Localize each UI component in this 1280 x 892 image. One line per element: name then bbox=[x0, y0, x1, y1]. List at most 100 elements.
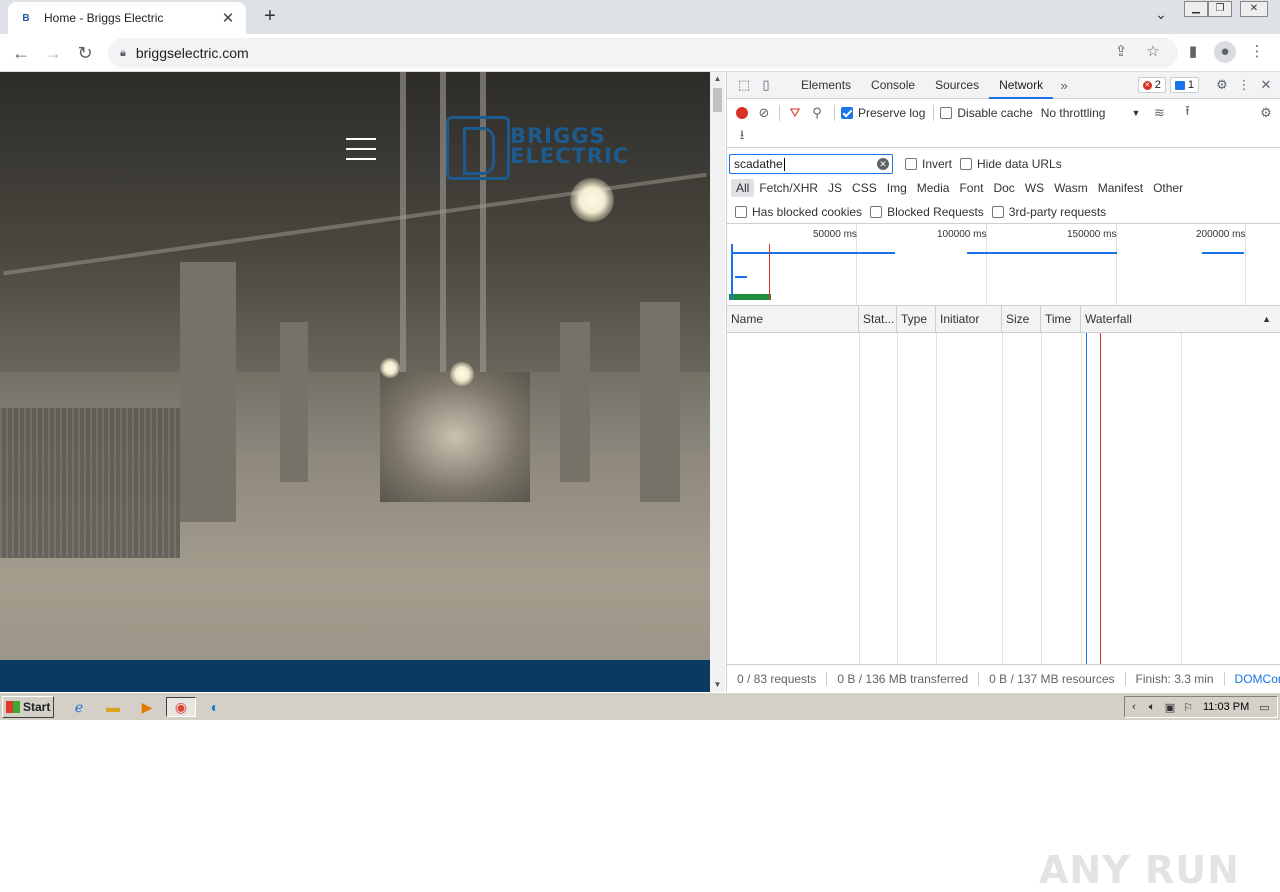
scrollbar-thumb[interactable] bbox=[713, 88, 722, 112]
type-filter-all[interactable]: All bbox=[731, 179, 755, 197]
column-name[interactable]: Name bbox=[727, 306, 859, 333]
overview-bar bbox=[733, 252, 895, 254]
flag-icon[interactable]: ⚐ bbox=[1179, 701, 1197, 714]
tab-search-icon[interactable]: ⌄ bbox=[1150, 6, 1172, 28]
address-bar[interactable]: 🔒︎ briggselectric.com bbox=[108, 38, 1178, 68]
overview-bar bbox=[729, 294, 771, 300]
type-filter-other[interactable]: Other bbox=[1148, 179, 1188, 197]
invert-checkbox[interactable]: Invert bbox=[905, 157, 952, 171]
internet-explorer-icon[interactable]: ℯ bbox=[68, 697, 90, 717]
tab-sources[interactable]: Sources bbox=[925, 72, 989, 99]
filter-input[interactable]: scadathe ✕ bbox=[729, 154, 893, 174]
chrome-taskbar-icon[interactable]: ◉ bbox=[166, 697, 196, 717]
column-divider bbox=[1181, 333, 1182, 664]
start-button[interactable]: Start bbox=[2, 696, 54, 718]
briggs-electric-logo[interactable]: BRIGGS ELECTRIC bbox=[446, 116, 666, 182]
browser-tab[interactable]: B Home - Briggs Electric ✕ bbox=[8, 2, 246, 34]
file-explorer-icon[interactable]: ▬ bbox=[102, 697, 124, 717]
tab-elements[interactable]: Elements bbox=[791, 72, 861, 99]
menu-kebab-icon[interactable]: ⋮ bbox=[1246, 41, 1268, 63]
hide-data-urls-checkbox[interactable]: Hide data URLs bbox=[960, 157, 1062, 171]
type-filter-css[interactable]: CSS bbox=[847, 179, 882, 197]
network-requests-table: Name Stat... Type Initiator Size Time Wa… bbox=[727, 306, 1280, 892]
network-overview-timeline[interactable]: 50000 ms 100000 ms 150000 ms 200000 ms bbox=[727, 224, 1280, 306]
settings-gear-icon[interactable]: ⚙ bbox=[1211, 74, 1233, 96]
network-settings-gear-icon[interactable]: ⚙ bbox=[1255, 102, 1277, 124]
blocked-requests-checkbox[interactable]: Blocked Requests bbox=[870, 205, 984, 219]
type-filter-manifest[interactable]: Manifest bbox=[1093, 179, 1148, 197]
profile-avatar-icon[interactable]: ● bbox=[1214, 41, 1236, 63]
record-icon[interactable] bbox=[731, 102, 753, 124]
tab-console[interactable]: Console bbox=[861, 72, 925, 99]
disable-cache-label: Disable cache bbox=[957, 105, 1033, 120]
more-tabs-icon[interactable]: » bbox=[1053, 74, 1075, 96]
type-filter-fetch-xhr[interactable]: Fetch/XHR bbox=[754, 179, 823, 197]
import-har-icon[interactable]: ⭱ bbox=[1176, 102, 1198, 124]
has-blocked-cookies-checkbox[interactable]: Has blocked cookies bbox=[735, 205, 862, 219]
search-icon[interactable]: ⚲ bbox=[806, 102, 828, 124]
messages-badge[interactable]: 1 bbox=[1169, 77, 1199, 93]
throttling-select[interactable]: No throttling ▼ bbox=[1041, 106, 1141, 120]
column-time[interactable]: Time bbox=[1041, 306, 1081, 333]
devtools-menu-icon[interactable]: ⋮ bbox=[1233, 74, 1255, 96]
scroll-down-icon[interactable]: ▼ bbox=[710, 678, 725, 692]
minimize-button[interactable]: ▁ bbox=[1184, 1, 1208, 17]
clear-filter-icon[interactable]: ✕ bbox=[877, 158, 889, 170]
reload-icon[interactable]: ↻ bbox=[72, 40, 98, 66]
errors-badge[interactable]: ✕ 2 bbox=[1137, 77, 1166, 93]
type-filter-media[interactable]: Media bbox=[912, 179, 955, 197]
wire-cage bbox=[0, 408, 180, 558]
bookmark-star-icon[interactable]: ☆ bbox=[1142, 41, 1164, 63]
new-tab-button[interactable]: + bbox=[258, 6, 282, 28]
back-icon[interactable]: ← bbox=[8, 40, 34, 66]
close-window-button[interactable]: ✕ bbox=[1240, 1, 1268, 17]
tab-network[interactable]: Network bbox=[989, 72, 1054, 99]
column-size[interactable]: Size bbox=[1002, 306, 1041, 333]
close-tab-icon[interactable]: ✕ bbox=[220, 9, 236, 27]
checkbox-unchecked bbox=[940, 106, 953, 119]
type-filter-doc[interactable]: Doc bbox=[988, 179, 1019, 197]
device-toolbar-icon[interactable]: ▯ bbox=[755, 74, 777, 96]
hamburger-menu-icon[interactable] bbox=[346, 138, 376, 160]
scroll-up-icon[interactable]: ▲ bbox=[710, 72, 725, 86]
column-status[interactable]: Stat... bbox=[859, 306, 897, 333]
network-conditions-icon[interactable]: ≋ bbox=[1148, 102, 1170, 124]
column-waterfall[interactable]: Waterfall ▲ bbox=[1081, 306, 1280, 333]
pillar bbox=[280, 322, 308, 482]
type-filter-wasm[interactable]: Wasm bbox=[1049, 179, 1093, 197]
type-filter-js[interactable]: JS bbox=[823, 179, 847, 197]
type-filter-font[interactable]: Font bbox=[954, 179, 988, 197]
inspect-element-icon[interactable]: ⬚ bbox=[733, 74, 755, 96]
side-panel-icon[interactable]: ▮ bbox=[1182, 41, 1204, 63]
export-har-icon[interactable]: ⭳ bbox=[731, 126, 753, 148]
type-filter-ws[interactable]: WS bbox=[1020, 179, 1049, 197]
forward-icon[interactable]: → bbox=[40, 40, 66, 66]
chevron-left-icon[interactable]: ‹ bbox=[1125, 701, 1143, 713]
media-player-icon[interactable]: ▶ bbox=[136, 697, 158, 717]
ceiling-lamp bbox=[450, 362, 474, 386]
third-party-requests-checkbox[interactable]: 3rd-party requests bbox=[991, 205, 1106, 219]
ceiling-lamp bbox=[570, 178, 614, 222]
logo-mark bbox=[446, 116, 510, 180]
volume-icon[interactable]: 🔈︎ bbox=[1143, 701, 1161, 714]
sort-ascending-icon: ▲ bbox=[1262, 314, 1271, 324]
preserve-log-checkbox[interactable]: Preserve log bbox=[841, 106, 925, 120]
type-filter-img[interactable]: Img bbox=[882, 179, 912, 197]
overview-label: 50000 ms bbox=[813, 229, 857, 240]
restore-button[interactable]: ❐ bbox=[1208, 1, 1232, 17]
edge-icon[interactable]: ◐ bbox=[204, 697, 226, 717]
column-divider bbox=[1002, 333, 1003, 664]
disable-cache-checkbox[interactable]: Disable cache bbox=[940, 105, 1033, 120]
filter-funnel-icon[interactable]: ⛛ bbox=[784, 102, 806, 124]
checkbox-unchecked bbox=[870, 205, 883, 218]
close-devtools-icon[interactable]: ✕ bbox=[1255, 74, 1277, 96]
clear-icon[interactable]: ⊘ bbox=[753, 102, 775, 124]
column-initiator[interactable]: Initiator bbox=[936, 306, 1002, 333]
share-icon[interactable]: ⇪ bbox=[1110, 41, 1132, 63]
url-text: briggselectric.com bbox=[135, 45, 249, 61]
show-desktop-icon[interactable]: ▭ bbox=[1255, 701, 1273, 714]
page-scrollbar[interactable]: ▲ ▼ bbox=[710, 72, 725, 692]
browser-toolbar: ← → ↻ 🔒︎ briggselectric.com ⇪ ☆ ▮ ● ⋮ bbox=[0, 34, 1280, 72]
column-type[interactable]: Type bbox=[897, 306, 936, 333]
network-icon[interactable]: ▣ bbox=[1161, 701, 1179, 714]
